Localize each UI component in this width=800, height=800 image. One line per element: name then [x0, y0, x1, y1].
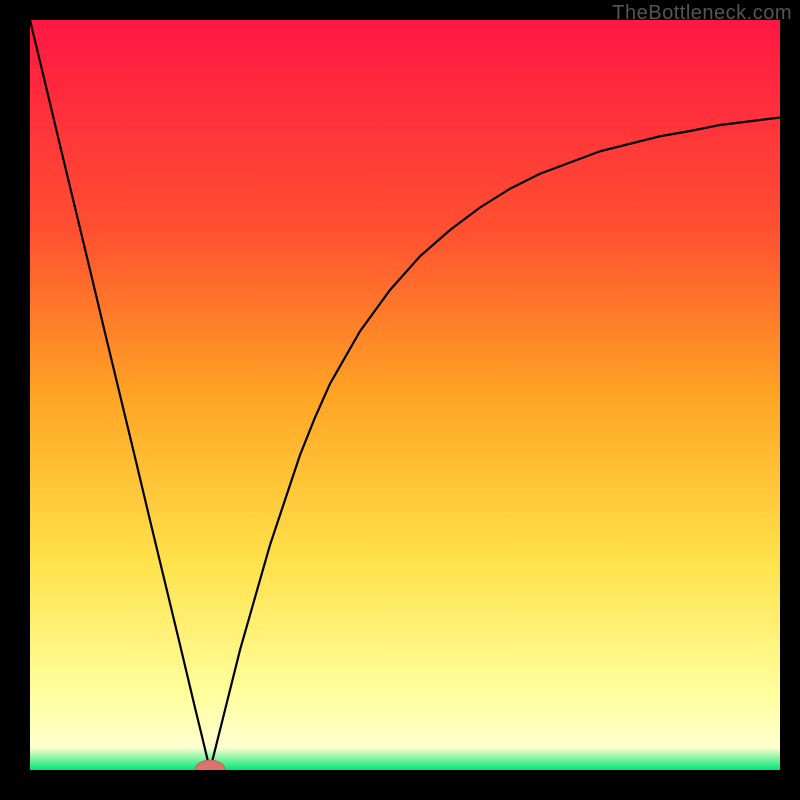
plot-area [30, 20, 780, 770]
chart-frame: TheBottleneck.com [0, 0, 800, 800]
heat-gradient-bg [30, 20, 780, 770]
chart-svg [30, 20, 780, 770]
